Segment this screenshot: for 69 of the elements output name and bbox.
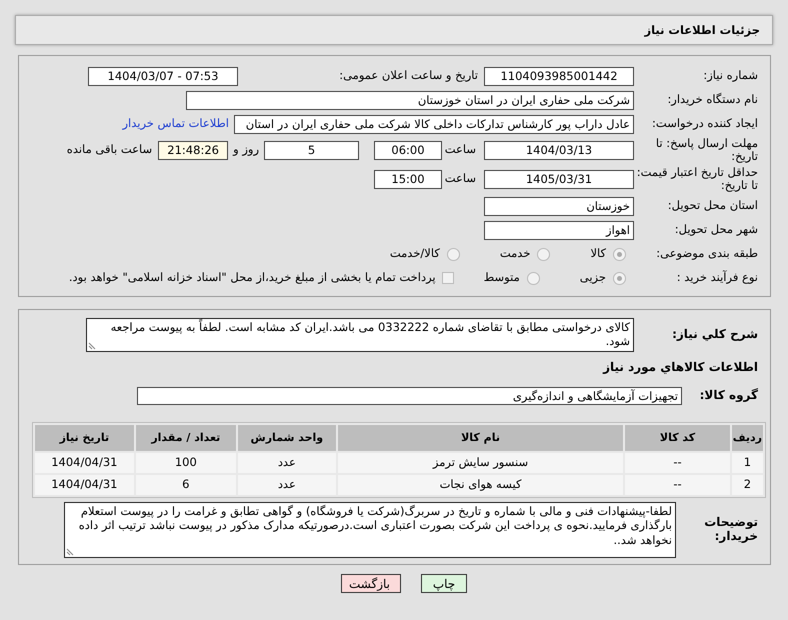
- radio-button[interactable]: [526, 272, 540, 284]
- days-label: روز و: [233, 141, 259, 158]
- field-value: اهواز: [484, 220, 634, 240]
- field-label: نوع فرآیند خرید :: [676, 271, 759, 285]
- column-header: تاریخ نیاز: [35, 425, 134, 451]
- time-label: ساعت: [446, 170, 476, 188]
- field-label: مهلت ارسال پاسخ: تا تاریخ:: [654, 136, 759, 164]
- field-value: شرکت ملی حفاری ایران در استان خوزستان: [186, 90, 634, 110]
- radio-button[interactable]: [613, 272, 626, 284]
- column-header: ردیف: [732, 425, 763, 451]
- field-value: 5: [264, 140, 359, 160]
- field-value: 1104093985001442: [484, 66, 634, 86]
- field-label: حداقل تاریخ اعتبار قیمت: تا تاریخ:: [636, 166, 759, 192]
- table-cell: --: [625, 453, 730, 473]
- table-cell: --: [625, 475, 730, 495]
- page-title: جزئیات اطلاعات نیاز: [15, 15, 773, 45]
- description-box[interactable]: کالای درخواستی مطابق با تقاضای شماره 0332222 می باشد.ایران کد مشابه است. لطفاً به پیوست مراجعه شود.: [86, 318, 634, 352]
- field-label: نام دستگاه خریدار:: [666, 93, 759, 107]
- option-label: کالا/خدمت: [390, 245, 440, 262]
- option-label: جزیی: [580, 269, 606, 286]
- option-label: خدمت: [500, 245, 530, 262]
- field-value: 06:00: [374, 140, 442, 160]
- table-cell: 1404/04/31: [35, 453, 134, 473]
- field-label: استان محل تحویل:: [666, 199, 759, 213]
- field-value: تجهیزات آزمایشگاهی و اندازه‌گیری: [137, 387, 682, 405]
- column-header: کد کالا: [625, 425, 730, 451]
- table-cell: کیسه هوای نجات: [338, 475, 624, 495]
- resize-grip-icon[interactable]: [66, 548, 74, 556]
- radio-button[interactable]: [446, 248, 460, 260]
- option-label: کالا: [590, 245, 606, 262]
- field-value: عادل داراب پور کارشناس تدارکات داخلی کالا شرکت ملی حفاری ایران در استان: [234, 114, 634, 134]
- table-cell: 1404/04/31: [35, 475, 134, 495]
- field-value: 1404/03/07 - 07:53: [88, 66, 238, 86]
- field-value: 1404/03/13: [484, 140, 634, 160]
- column-header: تعداد / مقدار: [136, 425, 236, 451]
- table-cell: 6: [136, 475, 236, 495]
- table-cell: 1: [732, 453, 763, 473]
- print-button[interactable]: چاپ: [421, 574, 467, 593]
- table-cell: 100: [136, 453, 236, 473]
- resize-grip-icon[interactable]: [88, 342, 96, 350]
- table-cell: 2: [732, 475, 763, 495]
- table-cell: سنسور سایش ترمز: [338, 453, 624, 473]
- field-value: 1405/03/31: [484, 170, 634, 188]
- remaining-time: 21:48:26: [158, 140, 228, 160]
- field-value: 15:00: [374, 170, 442, 188]
- field-label: شماره نیاز:: [702, 69, 759, 83]
- field-label: گروه کالا:: [698, 389, 759, 403]
- field-label: طبقه بندی موضوعی:: [655, 247, 759, 261]
- radio-button[interactable]: [537, 248, 550, 260]
- section-heading: اطلاعات کالاهاي مورد نياز: [602, 359, 759, 376]
- checkbox-label: پرداخت تمام یا بخشی از مبلغ خرید،از محل "اسناد خزانه اسلامی" خواهد بود.: [68, 269, 436, 286]
- radio-button[interactable]: [613, 248, 626, 260]
- column-header: واحد شمارش: [238, 425, 336, 451]
- time-label: ساعت: [446, 141, 476, 158]
- field-label: توضیحات خریدار:: [703, 516, 759, 544]
- notes-box[interactable]: لطفا-پیشنهادات فنی و مالی با شماره و تاریخ در سربرگ(شرکت یا فروشگاه) و گواهی تطابق و غرامت را در پیوست استعلام بارگذاری فرمایید.نحوه ی پرداخت این شرکت بصورت اعتباری است.درصورتیکه مدارک مذکور در پیوست نباشد ترتیب اثر داده نخواهد شد..: [64, 502, 676, 558]
- field-label: شهر محل تحویل:: [674, 223, 759, 237]
- field-value: خوزستان: [484, 196, 634, 216]
- table-cell: عدد: [238, 475, 336, 495]
- back-button[interactable]: بازگشت: [341, 574, 401, 593]
- checkbox[interactable]: [442, 272, 454, 284]
- option-label: متوسط: [484, 269, 520, 286]
- column-header: نام کالا: [338, 425, 624, 451]
- field-label: تاریخ و ساعت اعلان عمومی:: [338, 67, 478, 84]
- field-label: شرح کلي نياز:: [671, 328, 759, 342]
- table-cell: عدد: [238, 453, 336, 473]
- remaining-label: ساعت باقی مانده: [66, 141, 152, 158]
- field-label: ایجاد کننده درخواست:: [651, 117, 759, 131]
- buyer-contact-link[interactable]: اطلاعات تماس خریدار: [122, 115, 229, 133]
